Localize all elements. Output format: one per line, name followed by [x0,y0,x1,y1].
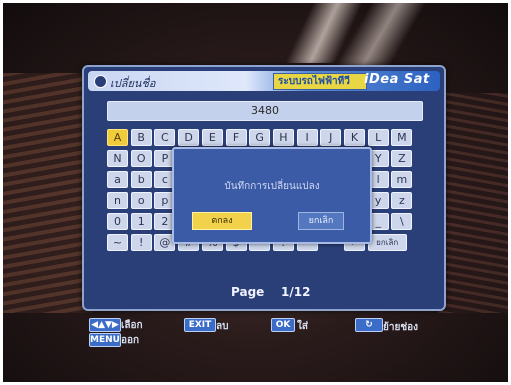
key-0-8[interactable]: I [296,129,318,146]
dialog-ok-button[interactable]: ตกลง [192,212,252,230]
brand-thai-text: ระบบรถไฟฟ้าทีวี [278,76,350,87]
key-3-12[interactable]: z [391,192,413,209]
key-0-0[interactable]: A [107,129,128,146]
dialog-message: บันทึกการเปลี่ยนแปลง [224,181,320,192]
key-2-0[interactable]: a [107,171,128,188]
key-0-12[interactable]: M [391,129,413,146]
name-input[interactable]: 3480 [107,101,423,121]
key-0-5[interactable]: F [225,129,247,146]
wall-reflection [438,93,508,313]
photo-frame: เปลี่ยนชื่อ ระบบรถไฟฟ้าทีวี iDea Sat 348… [0,0,511,385]
brand-thai-box: ระบบรถไฟฟ้าทีวี [273,73,367,90]
key-0-11[interactable]: L [367,129,389,146]
key-5-1[interactable]: ! [130,234,152,251]
ok-hint-label: ใส่ [297,321,308,332]
nav-hint-label: เลือก [121,320,143,331]
key-2-12[interactable]: m [391,171,413,188]
key-0-4[interactable]: E [201,129,223,146]
key-4-12[interactable]: \ [391,213,413,230]
key-0-9[interactable]: J [320,129,342,146]
key-1-1[interactable]: O [130,150,152,167]
swap-icon[interactable]: ↻ [355,318,383,332]
key-0-7[interactable]: H [272,129,294,146]
menu-hint-label: ออก [121,335,140,346]
key-0-6[interactable]: G [249,129,271,146]
key-2-1[interactable]: b [130,171,152,188]
key-5-0[interactable]: ~ [107,234,128,251]
exit-badge[interactable]: EXIT [184,318,216,332]
tv-rename-screen: เปลี่ยนชื่อ ระบบรถไฟฟ้าทีวี iDea Sat 348… [82,65,446,311]
nav-arrows-icon: ◀▲▼▶ [89,318,121,332]
title-bar: เปลี่ยนชื่อ ระบบรถไฟฟ้าทีวี iDea Sat [88,71,440,91]
key-0-1[interactable]: B [130,129,152,146]
ok-badge[interactable]: OK [271,318,295,332]
key-0-10[interactable]: K [344,129,365,146]
key-0-2[interactable]: C [154,129,176,146]
dialog-cancel-button[interactable]: ยกเลิก [298,212,344,230]
page-label: Page [231,285,265,299]
key-5-11[interactable]: ยกเลิก [367,234,407,251]
key-3-1[interactable]: o [130,192,152,209]
title-icon [94,75,107,88]
key-0-3[interactable]: D [178,129,200,146]
key-1-0[interactable]: N [107,150,128,167]
confirm-dialog: บันทึกการเปลี่ยนแปลง ตกลง ยกเลิก [172,147,372,244]
screen-title: เปลี่ยนชื่อ [110,77,156,90]
key-3-0[interactable]: n [107,192,128,209]
brand-logo: iDea Sat [364,72,430,87]
swap-hint-label: ย้ายช่อง [383,322,419,333]
page-number: 1/12 [281,285,311,299]
key-4-1[interactable]: 1 [130,213,152,230]
key-4-0[interactable]: 0 [107,213,128,230]
photo-background: เปลี่ยนชื่อ ระบบรถไฟฟ้าทีวี iDea Sat 348… [3,3,508,382]
menu-badge[interactable]: MENU [89,333,121,347]
key-1-12[interactable]: Z [391,150,413,167]
wall-reflection [3,73,93,313]
exit-hint-label: ลบ [216,321,229,332]
